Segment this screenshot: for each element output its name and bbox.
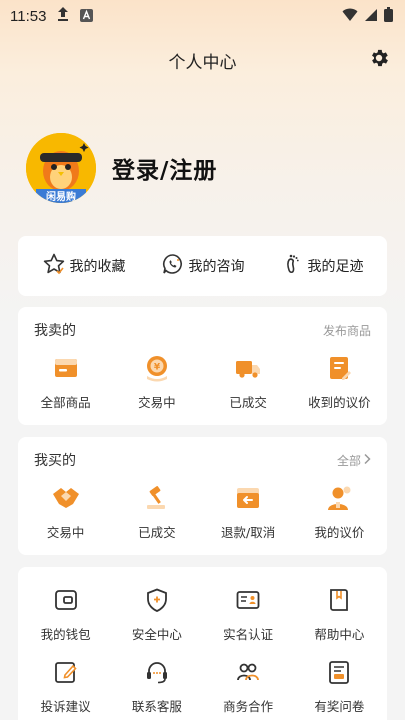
selling-trading-label: 交易中 [138,395,176,410]
shield-icon [142,585,172,615]
my-offers-label: 我的议价 [314,525,365,540]
help-center-button[interactable]: 帮助中心 [294,585,385,643]
all-goods-button[interactable]: 全部商品 [20,353,111,411]
page-title: 个人中心 [168,52,237,73]
footprint-icon [280,252,304,280]
my-selling-card: 我卖的 发布商品 全部商品 ¥ 交易中 已成交 收到的议价 [18,307,387,425]
buying-done-button[interactable]: 已成交 [111,483,202,541]
survey-button[interactable]: 有奖问卷 [294,657,385,715]
my-selling-title: 我卖的 [34,323,76,339]
selling-done-button[interactable]: 已成交 [203,353,294,411]
business-cooperation-label: 商务合作 [223,699,274,714]
refund-cancel-button[interactable]: 退款/取消 [203,483,294,541]
star-icon [42,252,66,280]
all-orders-link[interactable]: 全部 [337,452,371,469]
consultations-button[interactable]: 我的咨询 [161,252,245,280]
delivered-icon [233,353,263,383]
consultations-label: 我的咨询 [188,259,245,275]
settings-button[interactable] [367,48,391,72]
profile-section[interactable]: 闲易购 登录/注册 [26,133,217,203]
survey-label: 有奖问卷 [314,699,365,714]
notification-a-icon [80,7,94,26]
all-goods-label: 全部商品 [40,395,91,410]
security-center-label: 安全中心 [131,627,182,642]
quick-actions-card: 我的收藏 我的咨询 我的足迹 [18,236,387,296]
cooperation-icon [233,657,263,687]
favorites-label: 我的收藏 [69,259,126,275]
survey-icon [324,657,354,687]
status-time: 11:53 [10,7,47,25]
all-goods-icon [51,353,81,383]
buying-trading-button[interactable]: 交易中 [20,483,111,541]
refund-icon [233,483,263,513]
footprints-label: 我的足迹 [307,259,364,275]
gear-icon [368,47,390,73]
footprints-button[interactable]: 我的足迹 [280,252,364,280]
my-buying-title: 我买的 [34,453,76,469]
wallet-label: 我的钱包 [40,627,91,642]
avatar-logo-text: 闲易购 [46,190,76,203]
my-offers-button[interactable]: 我的议价 [294,483,385,541]
help-book-icon [324,585,354,615]
my-offer-icon [324,483,354,513]
title-bar: 个人中心 [0,40,405,80]
received-offers-label: 收到的议价 [308,395,371,410]
battery-icon [384,6,393,26]
customer-service-label: 联系客服 [131,699,182,714]
buying-done-label: 已成交 [138,525,176,540]
headset-icon [142,657,172,687]
chevron-right-icon [363,453,371,468]
feedback-button[interactable]: 投诉建议 [20,657,111,715]
selling-done-label: 已成交 [229,395,267,410]
refund-cancel-label: 退款/取消 [221,525,276,540]
customer-service-button[interactable]: 联系客服 [111,657,202,715]
wifi-icon [342,7,358,26]
business-cooperation-button[interactable]: 商务合作 [203,657,294,715]
avatar[interactable]: 闲易购 [26,133,96,203]
favorites-button[interactable]: 我的收藏 [42,252,126,280]
consult-icon [161,252,185,280]
login-register-link[interactable]: 登录/注册 [112,151,217,185]
svg-text:¥: ¥ [154,363,161,373]
my-buying-card: 我买的 全部 交易中 已成交 退款/取消 我的议价 [18,437,387,555]
status-bar: 11:53 [0,0,405,32]
real-name-auth-button[interactable]: 实名认证 [203,585,294,643]
handshake-icon [51,483,81,513]
signal-icon [364,7,378,26]
received-offers-button[interactable]: 收到的议价 [294,353,385,411]
buying-trading-label: 交易中 [46,525,85,540]
gavel-icon [142,483,172,513]
publish-goods-link[interactable]: 发布商品 [323,322,371,339]
received-offer-icon [324,353,354,383]
help-center-label: 帮助中心 [314,627,365,642]
feedback-icon [51,657,81,687]
id-card-icon [233,585,263,615]
trading-icon: ¥ [142,353,172,383]
security-center-button[interactable]: 安全中心 [111,585,202,643]
real-name-auth-label: 实名认证 [223,627,274,642]
wallet-icon [51,585,81,615]
selling-trading-button[interactable]: ¥ 交易中 [111,353,202,411]
upload-icon [56,6,70,26]
wallet-button[interactable]: 我的钱包 [20,585,111,643]
feedback-label: 投诉建议 [40,699,91,714]
services-card: 我的钱包 安全中心 实名认证 帮助中心 投诉建议 联系客服 商务合作 有奖问卷 [18,567,387,720]
all-orders-label: 全部 [336,453,361,468]
